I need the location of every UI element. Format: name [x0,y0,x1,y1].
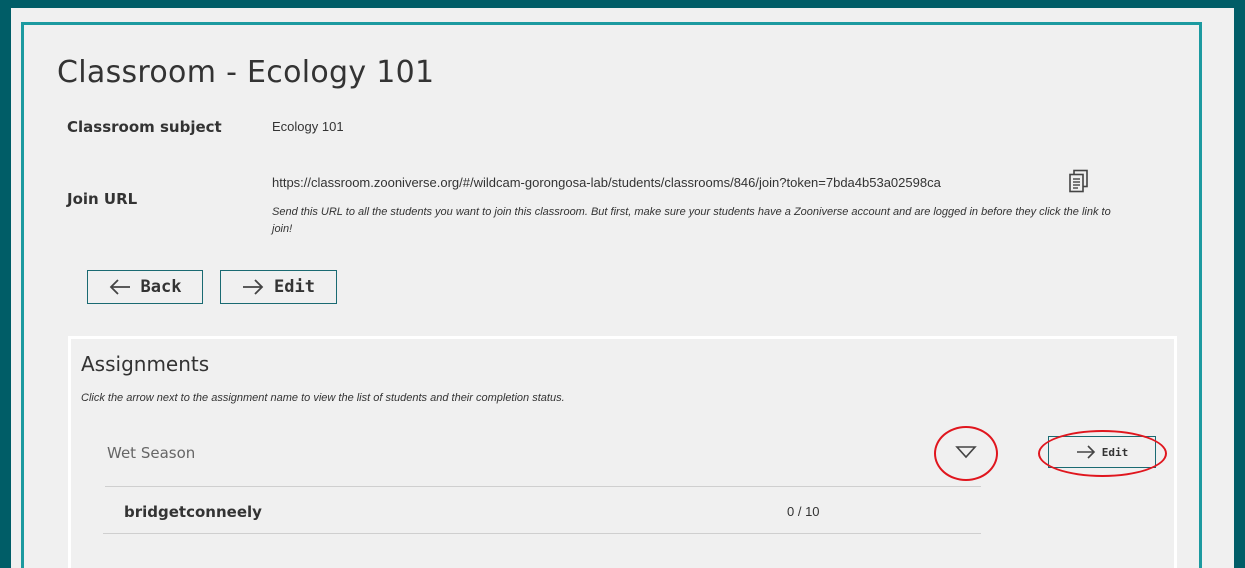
edit-classroom-button[interactable]: Edit [220,270,337,304]
edit-assignment-button[interactable]: Edit [1048,436,1156,468]
join-note-line-2: join! [272,223,293,235]
classroom-subject-value: Ecology 101 [272,119,344,134]
arrow-right-icon [243,279,264,295]
assignments-instruction: Click the arrow next to the assignment n… [81,392,565,404]
join-url-value[interactable]: https://classroom.zooniverse.org/#/wildc… [272,175,941,190]
classroom-subject-label: Classroom subject [67,118,222,136]
arrow-right-icon [1076,445,1095,459]
divider [103,533,981,534]
join-note-line-1: Send this URL to all the students you wa… [272,206,1111,218]
join-url-instructions: Send this URL to all the students you wa… [272,204,1182,238]
student-name: bridgetconneely [124,503,262,521]
expand-assignment-toggle[interactable] [950,441,982,465]
assignments-title: Assignments [81,352,210,376]
divider [105,486,981,487]
clipboard-copy-icon[interactable] [1068,169,1090,193]
edit-assignment-label: Edit [1101,445,1129,459]
back-button[interactable]: Back [87,270,203,304]
student-progress: 0 / 10 [787,504,820,519]
triangle-down-icon [955,446,977,459]
assignment-name: Wet Season [107,444,196,462]
arrow-left-icon [109,279,130,295]
page-title: Classroom - Ecology 101 [57,55,435,90]
join-url-label: Join URL [67,190,138,208]
back-button-label: Back [140,277,182,297]
edit-button-label: Edit [274,277,315,297]
